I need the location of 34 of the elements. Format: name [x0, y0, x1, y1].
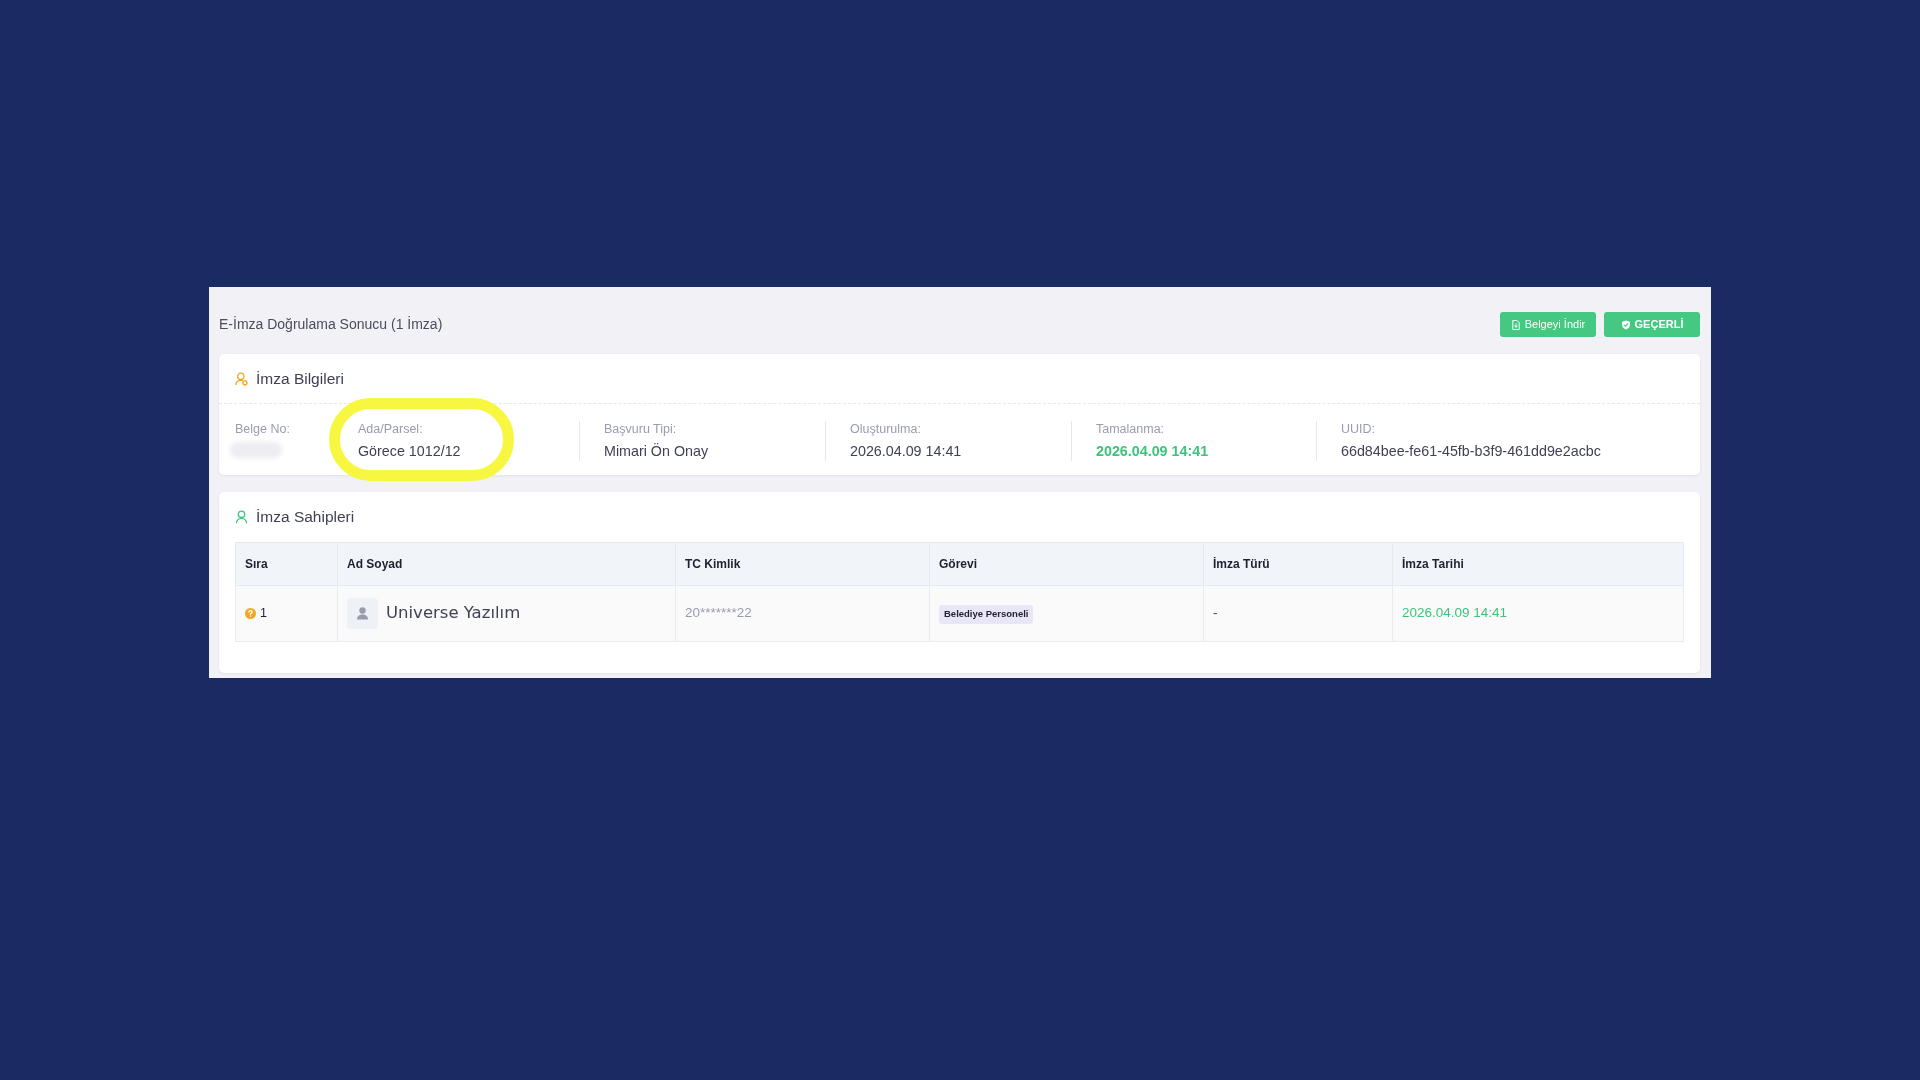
role-badge: Belediye Personeli — [939, 605, 1034, 624]
row-number: 1 — [260, 605, 267, 623]
signer-name: Universe Yazılım — [386, 602, 521, 625]
avatar-icon — [347, 598, 378, 629]
field-value: 2026.04.09 14:41 — [850, 442, 962, 460]
field-label: Ada/Parsel: — [358, 421, 423, 437]
field-value: 2026.04.09 14:41 — [1096, 442, 1209, 460]
person-gear-icon — [235, 371, 248, 386]
field-label: Başvuru Tipi: — [604, 421, 677, 437]
field-label: UUID: — [1341, 421, 1376, 437]
table-cell: 20*******22 — [675, 585, 930, 642]
field-value: 66d84bee-fe61-45fb-b3f9-461dd9e2acbc — [1341, 442, 1601, 460]
column-header: İmza Tarihi — [1392, 542, 1684, 586]
field-label: Oluşturulma: — [850, 421, 921, 437]
person-icon — [235, 510, 248, 524]
column-header: İmza Türü — [1203, 542, 1393, 586]
field-value: Mimari Ön Onay — [604, 442, 709, 460]
panel-title: E-İmza Doğrulama Sonucu (1 İmza) — [219, 315, 443, 334]
section-title: İmza Sahipleri — [256, 507, 355, 528]
field-value: Görece 1012/12 — [358, 442, 461, 460]
table-cell: 2026.04.09 14:41 — [1392, 585, 1684, 642]
shield-check-icon — [1620, 319, 1631, 330]
download-button[interactable]: Belgeyi İndir — [1500, 312, 1596, 337]
column-header: Görevi — [929, 542, 1204, 586]
status-button[interactable]: GEÇERLİ — [1604, 312, 1700, 337]
field-label: Tamalanma: — [1096, 421, 1165, 437]
table-cell: - — [1203, 585, 1393, 642]
question-circle-icon — [245, 608, 256, 619]
column-header: TC Kimlik — [675, 542, 930, 586]
section-title: İmza Bilgileri — [256, 368, 344, 389]
column-header: Sıra — [235, 542, 338, 586]
field-label: Belge No: — [235, 421, 290, 437]
column-header: Ad Soyad — [337, 542, 676, 586]
document-download-icon — [1510, 319, 1521, 330]
